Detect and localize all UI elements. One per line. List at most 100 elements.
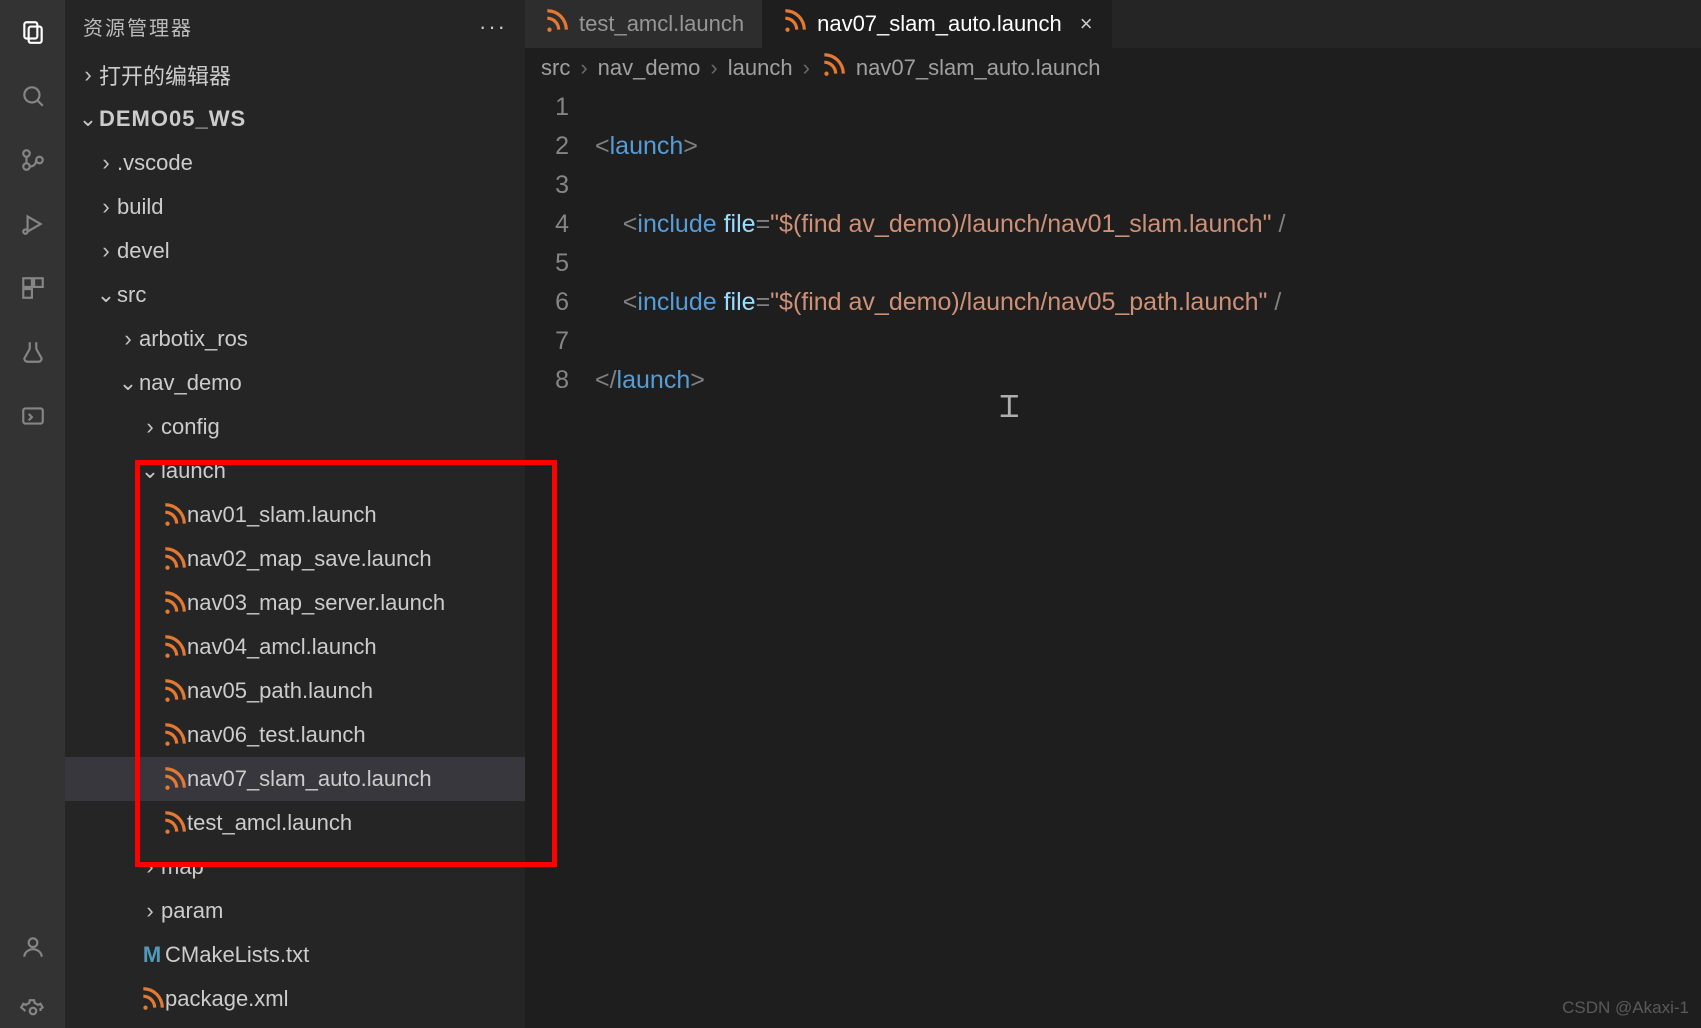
file-item[interactable]: nav05_path.launch bbox=[65, 669, 525, 713]
tree-item-label: package.xml bbox=[165, 986, 289, 1012]
chevron-right-icon: › bbox=[139, 414, 161, 440]
search-icon[interactable] bbox=[16, 79, 50, 113]
folder-item[interactable]: ⌄nav_demo bbox=[65, 361, 525, 405]
tree-item-label: nav07_slam_auto.launch bbox=[187, 766, 432, 792]
folder-item[interactable]: ⌄launch bbox=[65, 449, 525, 493]
rss-file-icon bbox=[161, 590, 187, 616]
tree-item-label: test_amcl.launch bbox=[187, 810, 352, 836]
breadcrumb-segment[interactable]: nav07_slam_auto.launch bbox=[856, 55, 1101, 81]
folder-item[interactable]: ›.vscode bbox=[65, 141, 525, 185]
tree-item-label: nav05_path.launch bbox=[187, 678, 373, 704]
breadcrumbs[interactable]: src › nav_demo › launch › nav07_slam_auto.laun… bbox=[525, 48, 1701, 88]
project-root[interactable]: ⌄ DEMO05_WS bbox=[65, 97, 525, 141]
chevron-down-icon: ⌄ bbox=[77, 106, 99, 132]
chevron-right-icon: › bbox=[95, 238, 117, 264]
tree-item-label: nav03_map_server.launch bbox=[187, 590, 445, 616]
tree-item-label: nav01_slam.launch bbox=[187, 502, 377, 528]
file-item[interactable]: MCMakeLists.txt bbox=[65, 933, 525, 977]
file-tree: › 打开的编辑器 ⌄ DEMO05_WS ›.vscode›build›deve… bbox=[65, 53, 525, 1028]
rss-file-icon bbox=[161, 722, 187, 748]
tree-item-label: devel bbox=[117, 238, 170, 264]
editor-tab[interactable]: test_amcl.launch bbox=[525, 0, 763, 48]
output-icon[interactable] bbox=[16, 399, 50, 433]
activity-bar bbox=[0, 0, 65, 1028]
folder-item[interactable]: ›build bbox=[65, 185, 525, 229]
breadcrumb-segment[interactable]: nav_demo bbox=[598, 55, 701, 81]
file-item[interactable]: nav02_map_save.launch bbox=[65, 537, 525, 581]
chevron-down-icon: ⌄ bbox=[139, 458, 161, 484]
breadcrumb-segment[interactable]: src bbox=[541, 55, 570, 81]
folder-item[interactable]: ›devel bbox=[65, 229, 525, 273]
tree-item-label: build bbox=[117, 194, 163, 220]
tree-item-label: nav02_map_save.launch bbox=[187, 546, 432, 572]
chevron-right-icon: › bbox=[803, 55, 810, 81]
explorer-sidebar: 资源管理器 ··· › 打开的编辑器 ⌄ DEMO05_WS ›.vscode›… bbox=[65, 0, 525, 1028]
chevron-right-icon: › bbox=[139, 898, 161, 924]
tree-item-label: arbotix_ros bbox=[139, 326, 248, 352]
testing-icon[interactable] bbox=[16, 335, 50, 369]
folder-item[interactable]: ›param bbox=[65, 889, 525, 933]
chevron-down-icon: ⌄ bbox=[117, 370, 139, 396]
folder-item[interactable]: ›arbotix_ros bbox=[65, 317, 525, 361]
editor-area: test_amcl.launchnav07_slam_auto.launch× … bbox=[525, 0, 1701, 1028]
cmake-file-icon: M bbox=[139, 942, 165, 968]
sidebar-header: 资源管理器 ··· bbox=[65, 0, 525, 53]
folder-item[interactable]: ⌄src bbox=[65, 273, 525, 317]
chevron-right-icon: › bbox=[139, 854, 161, 880]
rss-file-icon bbox=[161, 502, 187, 528]
close-icon[interactable]: × bbox=[1080, 11, 1093, 37]
rss-file-icon bbox=[781, 8, 807, 40]
more-actions-icon[interactable]: ··· bbox=[479, 14, 507, 40]
rss-file-icon bbox=[161, 678, 187, 704]
editor-tab[interactable]: nav07_slam_auto.launch× bbox=[763, 0, 1111, 48]
source-control-icon[interactable] bbox=[16, 143, 50, 177]
settings-gear-icon[interactable] bbox=[16, 994, 50, 1028]
rss-file-icon bbox=[820, 52, 846, 84]
chevron-right-icon: › bbox=[710, 55, 717, 81]
file-item[interactable]: nav03_map_server.launch bbox=[65, 581, 525, 625]
chevron-right-icon: › bbox=[77, 62, 99, 88]
rss-file-icon bbox=[161, 810, 187, 836]
line-numbers: 12345678 bbox=[525, 88, 595, 1028]
tree-item-label: src bbox=[117, 282, 146, 308]
editor-tabs: test_amcl.launch nav07_slam_auto.launch× bbox=[525, 0, 1701, 48]
breadcrumb-segment[interactable]: launch bbox=[728, 55, 793, 81]
code-content[interactable]: <launch> <include file="$(find av_demo)/… bbox=[595, 88, 1701, 1028]
code-editor[interactable]: 12345678 <launch> <include file="$(find … bbox=[525, 88, 1701, 1028]
rss-file-icon bbox=[161, 766, 187, 792]
rss-file-icon bbox=[161, 546, 187, 572]
chevron-right-icon: › bbox=[117, 326, 139, 352]
accounts-icon[interactable] bbox=[16, 930, 50, 964]
rss-file-icon bbox=[543, 8, 569, 40]
folder-item[interactable]: ›config bbox=[65, 405, 525, 449]
explorer-icon[interactable] bbox=[16, 15, 50, 49]
folder-item[interactable]: ›map bbox=[65, 845, 525, 889]
tree-item-label: param bbox=[161, 898, 223, 924]
tree-item-label: launch bbox=[161, 458, 226, 484]
rss-file-icon bbox=[139, 986, 165, 1012]
watermark: CSDN @Akaxi-1 bbox=[1562, 998, 1689, 1018]
file-item[interactable]: package.xml bbox=[65, 977, 525, 1021]
chevron-right-icon: › bbox=[580, 55, 587, 81]
chevron-right-icon: › bbox=[95, 194, 117, 220]
file-item[interactable]: nav01_slam.launch bbox=[65, 493, 525, 537]
chevron-down-icon: ⌄ bbox=[95, 282, 117, 308]
run-debug-icon[interactable] bbox=[16, 207, 50, 241]
file-item[interactable]: nav07_slam_auto.launch bbox=[65, 757, 525, 801]
tree-item-label: config bbox=[161, 414, 220, 440]
tree-item-label: map bbox=[161, 854, 204, 880]
file-item[interactable]: nav04_amcl.launch bbox=[65, 625, 525, 669]
file-item[interactable]: test_amcl.launch bbox=[65, 801, 525, 845]
tree-item-label: .vscode bbox=[117, 150, 193, 176]
tree-item-label: nav_demo bbox=[139, 370, 242, 396]
tab-label: test_amcl.launch bbox=[579, 11, 744, 37]
tree-item-label: CMakeLists.txt bbox=[165, 942, 309, 968]
file-item[interactable]: nav06_test.launch bbox=[65, 713, 525, 757]
tree-item-label: nav04_amcl.launch bbox=[187, 634, 377, 660]
sidebar-title: 资源管理器 bbox=[83, 12, 193, 41]
open-editors-section[interactable]: › 打开的编辑器 bbox=[65, 53, 525, 97]
chevron-right-icon: › bbox=[95, 150, 117, 176]
tree-item-label: nav06_test.launch bbox=[187, 722, 366, 748]
extensions-icon[interactable] bbox=[16, 271, 50, 305]
rss-file-icon bbox=[161, 634, 187, 660]
